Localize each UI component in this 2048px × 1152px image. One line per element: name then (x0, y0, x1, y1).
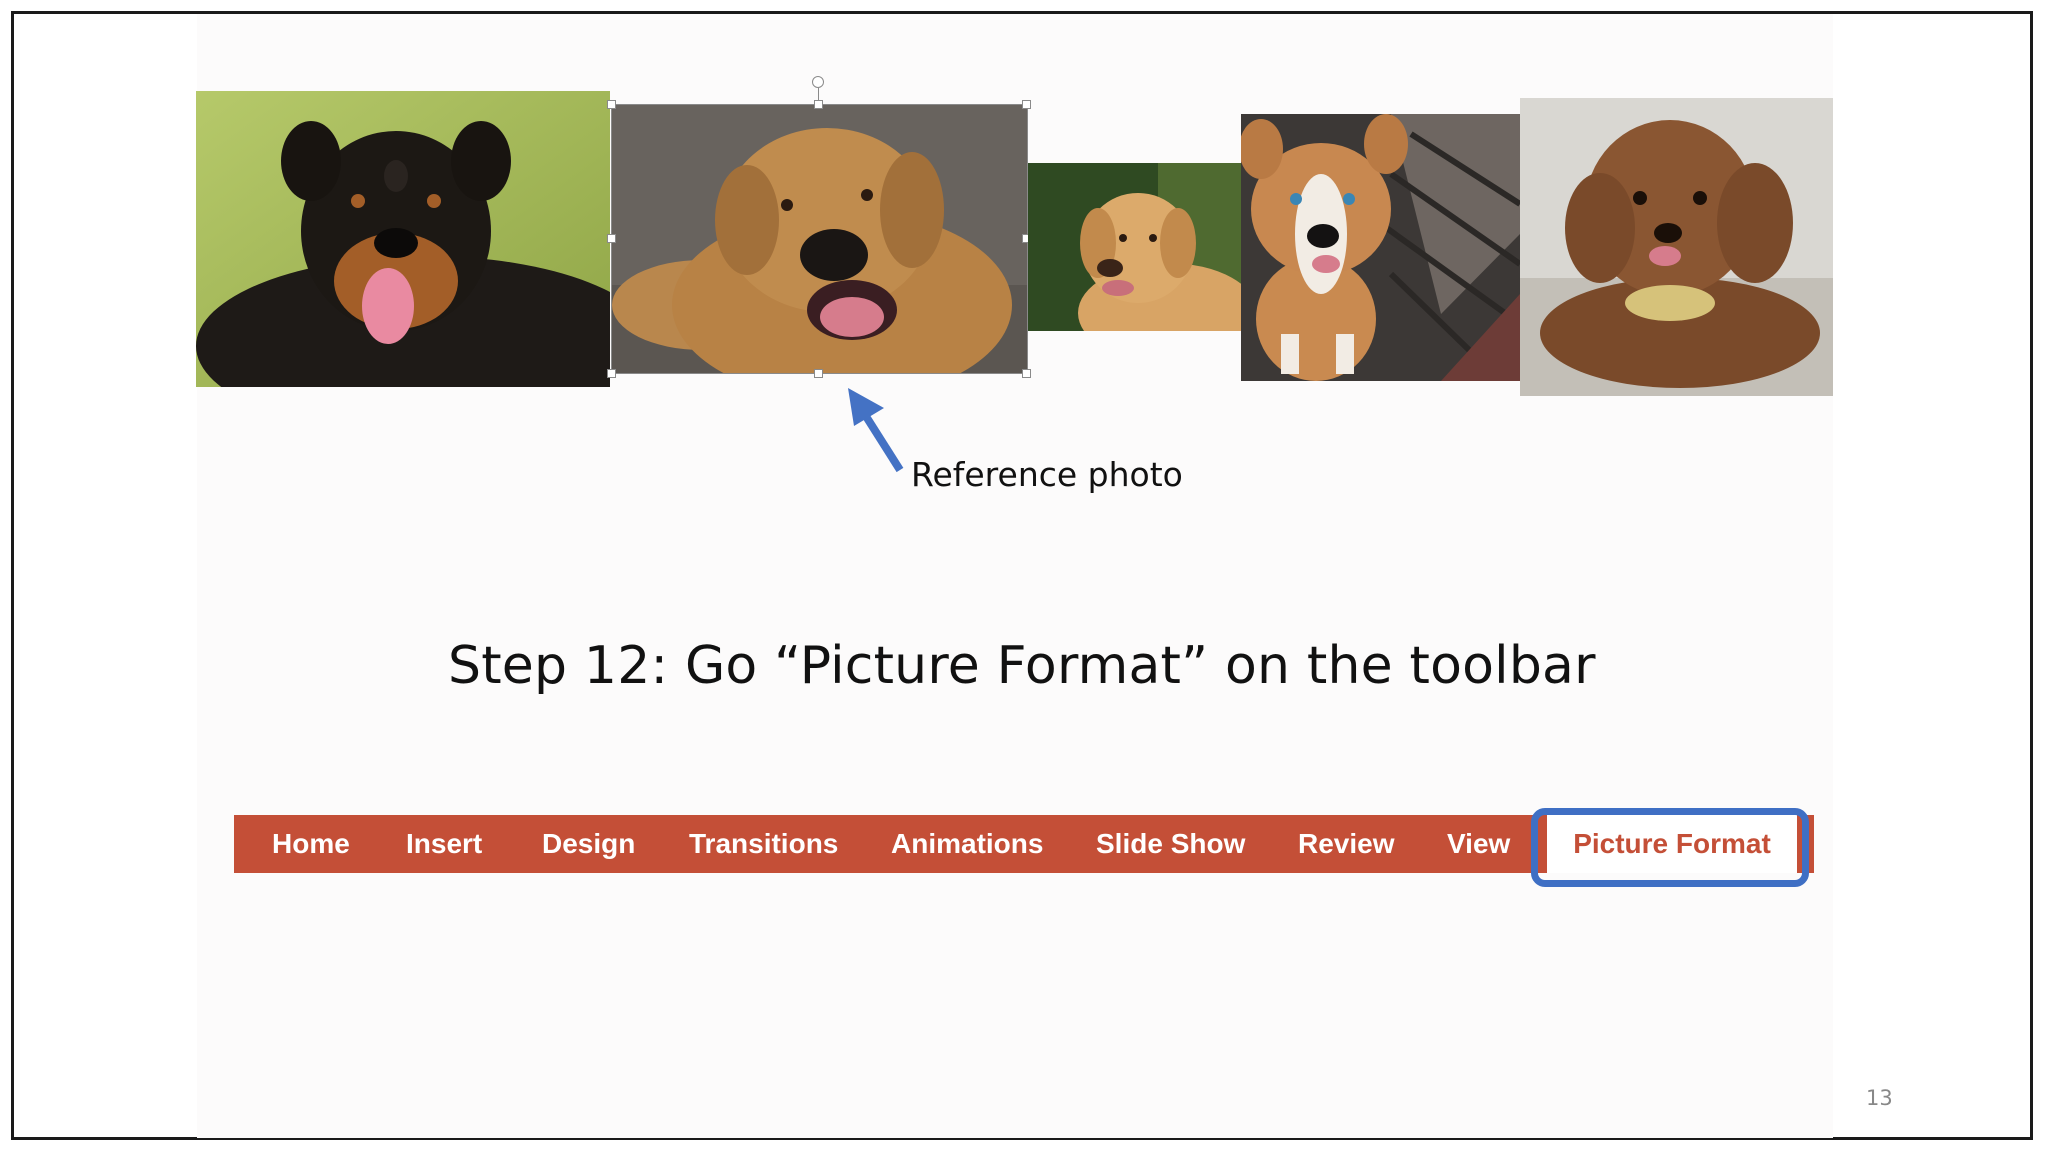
resize-handle-br[interactable] (1022, 369, 1031, 378)
resize-handle-tc[interactable] (814, 100, 823, 109)
resize-handle-bc[interactable] (814, 369, 823, 378)
highlight-box (1531, 808, 1809, 887)
tab-transitions[interactable]: Transitions (689, 815, 838, 873)
rottweiler-photo[interactable] (196, 91, 610, 387)
tab-slide-show[interactable]: Slide Show (1096, 815, 1245, 873)
labrador-photo[interactable] (1028, 163, 1241, 331)
pitbull-puppy-photo[interactable] (1241, 114, 1520, 381)
rotate-handle-icon[interactable] (812, 76, 824, 88)
tab-home[interactable]: Home (272, 815, 350, 873)
tab-animations[interactable]: Animations (891, 815, 1043, 873)
tab-insert[interactable]: Insert (406, 815, 482, 873)
step-heading: Step 12: Go “Picture Format” on the tool… (448, 636, 1596, 696)
tab-review[interactable]: Review (1298, 815, 1395, 873)
tab-design[interactable]: Design (542, 815, 635, 873)
resize-handle-ml[interactable] (607, 234, 616, 243)
reference-photo-caption: Reference photo (911, 455, 1183, 494)
resize-handle-bl[interactable] (607, 369, 616, 378)
arrow-icon (848, 388, 904, 473)
resize-handle-tr[interactable] (1022, 100, 1031, 109)
tab-view[interactable]: View (1447, 815, 1510, 873)
poodle-photo[interactable] (1520, 98, 1833, 396)
golden-retriever-photo[interactable] (612, 105, 1027, 373)
page-number: 13 (1866, 1086, 1893, 1110)
resize-handle-tl[interactable] (607, 100, 616, 109)
